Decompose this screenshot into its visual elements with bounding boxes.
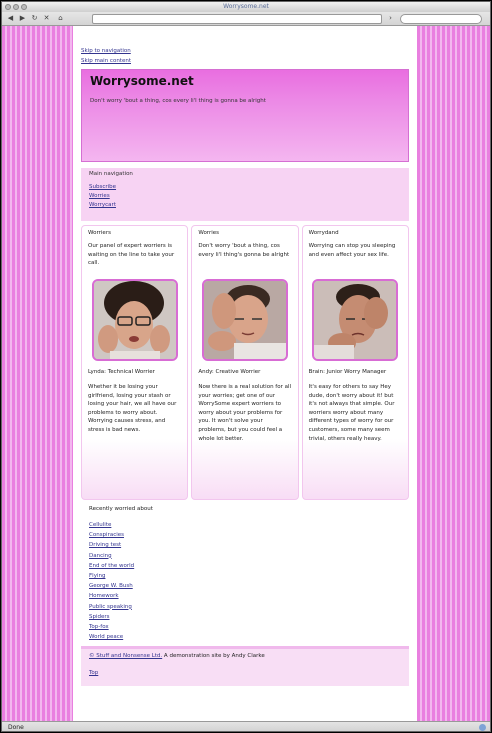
column-title: Worriers [88,230,111,236]
recent-item[interactable]: Dancing [89,551,409,561]
site-tagline: Don't worry 'bout a thing, cos every li'… [90,98,266,104]
main-navigation: Main navigation Subscribe Worries Worryc… [81,168,409,221]
window-title: Worrysome.net [223,3,269,10]
nav-item-worries[interactable]: Worries [89,192,401,201]
reload-icon[interactable]: ↻ [30,14,39,23]
recent-heading: Recently worried about [89,506,153,512]
column-title: Worrydand [308,230,339,236]
site-header: Worrysome.net Don't worry 'bout a thing,… [81,69,409,162]
nav-heading: Main navigation [89,171,133,177]
browser-toolbar: ◀ ▶ ↻ ✕ ⌂ › [2,12,490,26]
home-icon[interactable]: ⌂ [56,14,65,23]
recent-item[interactable]: George W. Bush [89,581,409,591]
skip-to-navigation-link[interactable]: Skip to navigation [81,46,409,56]
nav-item-subscribe[interactable]: Subscribe [89,183,401,192]
recent-item[interactable]: Cellulite [89,520,409,530]
stop-icon[interactable]: ✕ [42,14,51,23]
site-title: Worrysome.net [90,74,194,88]
nav-item-worrycart[interactable]: Worrycart [89,201,401,210]
column-worries: Worries Don't worry 'bout a thing, cos e… [191,225,299,500]
page-viewport: Skip to navigation Skip main content Wor… [2,26,490,721]
copyright-link[interactable]: © Stuff and Nonsense Ltd. [89,653,162,659]
minimize-window-button[interactable] [13,4,19,10]
go-icon[interactable]: › [386,14,395,23]
top-link[interactable]: Top [89,670,401,676]
photo-caption: Brain: Junior Worry Manager [308,369,387,375]
address-bar[interactable] [92,14,382,24]
column-intro: Worrying can stop you sleeping and even … [308,243,396,258]
column-intro: Our panel of expert worriers is waiting … [88,243,175,266]
recent-item[interactable]: Public speaking [89,602,409,612]
recent-item[interactable]: End of the world [89,561,409,571]
page-container: Skip to navigation Skip main content Wor… [73,26,417,721]
browser-window: Worrysome.net ◀ ▶ ↻ ✕ ⌂ › Skip to naviga… [1,1,491,732]
column-intro: Don't worry 'bout a thing, cos every li'… [198,243,290,258]
status-text: Done [8,724,24,731]
security-icon [479,724,486,731]
recent-item[interactable]: Flying [89,571,409,581]
footer-credit: A demonstration site by Andy Clarke [162,653,265,660]
recent-item[interactable]: World peace [89,632,409,642]
column-body: Whether it be losing your girlfriend, lo… [88,384,177,433]
recent-item[interactable]: Spiders [89,612,409,622]
forward-arrow-icon[interactable]: ▶ [18,14,27,23]
column-worrydand: Worrydand Worrying can stop you sleeping… [301,225,409,500]
zoom-window-button[interactable] [21,4,27,10]
column-title: Worries [198,230,220,236]
skip-links: Skip to navigation Skip main content [81,46,409,66]
worrier-photo-andy [201,279,288,361]
column-body: It's easy for others to say Hey dude, do… [308,384,395,442]
window-controls [5,4,27,10]
status-bar: Done [2,721,490,731]
title-bar: Worrysome.net [2,2,490,12]
close-window-button[interactable] [5,4,11,10]
worrier-photo-lynda [91,279,178,361]
recent-worries: Recently worried about Cellulite Conspir… [81,506,409,642]
photo-caption: Lynda: Technical Worrier [88,369,155,375]
recent-item[interactable]: Top-fox [89,622,409,632]
back-arrow-icon[interactable]: ◀ [6,14,15,23]
skip-main-content-link[interactable]: Skip main content [81,56,409,66]
recent-item[interactable]: Homework [89,591,409,601]
site-footer: © Stuff and Nonsense Ltd. A demonstratio… [81,646,409,687]
search-field[interactable] [400,14,482,24]
recent-item[interactable]: Driving test [89,540,409,550]
worrier-photo-brain [312,279,399,361]
photo-caption: Andy: Creative Worrier [198,369,261,375]
recent-item[interactable]: Conspiracies [89,530,409,540]
column-worriers: Worriers Our panel of expert worriers is… [81,225,189,500]
column-body: Now there is a real solution for all you… [198,384,292,442]
content-columns: Worriers Our panel of expert worriers is… [81,225,409,500]
